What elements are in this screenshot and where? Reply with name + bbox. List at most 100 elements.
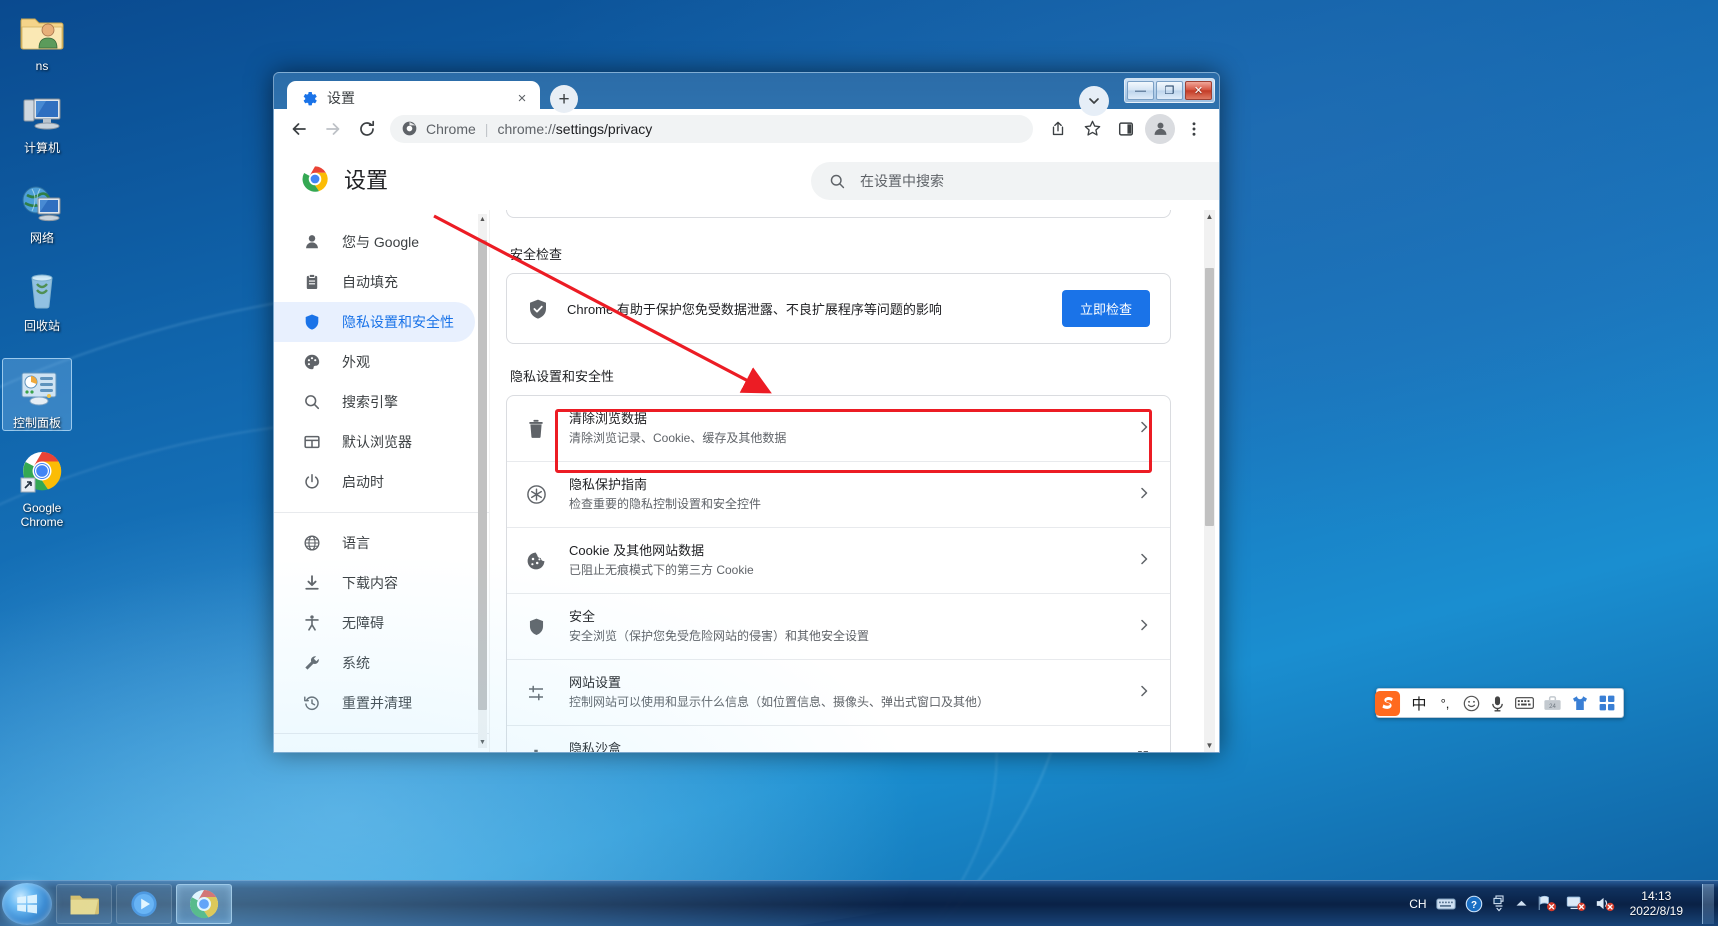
download-icon xyxy=(302,573,322,593)
show-desktop-button[interactable] xyxy=(1702,883,1714,924)
accessibility-icon xyxy=(302,613,322,633)
taskbar-item-explorer[interactable] xyxy=(56,883,112,924)
chevron-right-icon[interactable] xyxy=(1136,487,1152,502)
forward-icon[interactable] xyxy=(318,114,348,144)
content-scrollbar[interactable]: ▲ ▼ xyxy=(1204,210,1215,752)
wrench-icon xyxy=(302,653,322,673)
list-item-text: 网站设置 控制网站可以使用和显示什么信息（如位置信息、摄像头、弹出式窗口及其他） xyxy=(569,674,1114,711)
sidebar-item-downloads[interactable]: 下载内容 xyxy=(274,563,475,603)
sogou-logo-icon[interactable] xyxy=(1373,689,1401,717)
chevron-right-icon[interactable] xyxy=(1136,685,1152,700)
history-restore-icon xyxy=(302,693,322,713)
sidebar-item-system[interactable]: 系统 xyxy=(274,643,475,683)
side-panel-icon[interactable] xyxy=(1111,114,1141,144)
sidebar-scrollbar[interactable]: ▲ ▼ xyxy=(478,214,487,748)
action-center-icon[interactable] xyxy=(1566,895,1586,912)
sidebar-item-label: 下载内容 xyxy=(342,575,398,591)
privacy-heading: 隐私设置和安全性 xyxy=(510,369,615,384)
desktop-icon-recycle-bin[interactable]: 回收站 xyxy=(6,266,78,333)
new-tab-button[interactable]: + xyxy=(550,85,578,113)
chevron-right-icon[interactable] xyxy=(1136,421,1152,436)
list-item-title: Cookie 及其他网站数据 xyxy=(569,543,705,558)
three-dot-menu-icon[interactable] xyxy=(1179,114,1209,144)
desktop-icon-ns[interactable]: ns xyxy=(6,6,78,73)
skin-icon[interactable] xyxy=(1571,695,1589,711)
taskbar-item-chrome[interactable] xyxy=(176,883,232,924)
apps-grid-icon[interactable] xyxy=(1598,695,1616,711)
sogou-ime-bar[interactable]: 中 °, 24 xyxy=(1373,688,1624,718)
desktop-icon-network[interactable]: 网络 xyxy=(6,178,78,245)
star-icon[interactable] xyxy=(1077,114,1107,144)
show-hidden-icon[interactable] xyxy=(1515,899,1528,908)
start-orb-icon[interactable] xyxy=(2,882,52,925)
scrollbar-thumb[interactable] xyxy=(478,240,487,710)
run-safety-check-button[interactable]: 立即检查 xyxy=(1061,290,1150,327)
close-icon[interactable]: × xyxy=(512,88,532,108)
minimize-button[interactable]: — xyxy=(1127,81,1154,100)
reload-icon[interactable] xyxy=(352,114,382,144)
taskbar-item-media-player[interactable] xyxy=(116,883,172,924)
sidebar-item-on-startup[interactable]: 启动时 xyxy=(274,462,475,502)
sidebar-item-autofill[interactable]: 自动填充 xyxy=(274,262,475,302)
share-icon[interactable] xyxy=(1043,114,1073,144)
network-warning-icon[interactable] xyxy=(1537,895,1557,912)
sidebar-item-privacy-and-security[interactable]: 隐私设置和安全性 xyxy=(274,302,475,342)
toolbox-icon[interactable]: 24 xyxy=(1543,695,1562,712)
list-item-privacy-sandbox[interactable]: 隐私沙盒 试用版功能已开启 xyxy=(507,725,1170,752)
user-folder-icon xyxy=(6,6,78,56)
sidebar-item-you-and-google[interactable]: 您与 Google xyxy=(274,222,475,262)
chevron-down-icon[interactable] xyxy=(1079,86,1109,116)
scroll-up-arrow-icon[interactable]: ▲ xyxy=(478,214,487,225)
volume-muted-icon[interactable] xyxy=(1595,895,1615,912)
taskbar-clock[interactable]: 14:13 2022/8/19 xyxy=(1624,889,1693,919)
settings-search[interactable] xyxy=(811,162,1219,200)
sidebar-item-extensions[interactable]: 扩展程序 xyxy=(274,744,475,752)
scroll-up-arrow-icon[interactable]: ▲ xyxy=(1204,210,1215,223)
list-item-site-settings[interactable]: 网站设置 控制网站可以使用和显示什么信息（如位置信息、摄像头、弹出式窗口及其他） xyxy=(507,659,1170,725)
desktop-icon-control-panel[interactable]: 控制面板 xyxy=(2,358,72,431)
list-item-security[interactable]: 安全 安全浏览（保护您免受危险网站的侵害）和其他安全设置 xyxy=(507,593,1170,659)
desktop-icon-computer[interactable]: 计算机 xyxy=(6,88,78,155)
trash-icon xyxy=(525,418,547,440)
search-icon xyxy=(829,173,846,190)
external-link-icon[interactable] xyxy=(1136,749,1152,752)
address-bar[interactable]: Chrome | chrome://settings/privacy xyxy=(390,114,1033,143)
expand-tray-icon[interactable] xyxy=(1492,894,1506,913)
sidebar-item-default-browser[interactable]: 默认浏览器 xyxy=(274,422,475,462)
emoji-icon[interactable] xyxy=(1462,695,1480,712)
privacy-list-card: 清除浏览数据 清除浏览记录、Cookie、缓存及其他数据 隐私保护指南 检查重要… xyxy=(506,395,1171,752)
taskbar: CH ? 14:13 2022/8/19 xyxy=(0,880,1718,926)
cookie-icon xyxy=(525,550,547,572)
soft-keyboard-icon[interactable] xyxy=(1514,696,1534,710)
chinese-mode-icon[interactable]: 中 xyxy=(1410,693,1428,714)
list-item-clear-browsing-data[interactable]: 清除浏览数据 清除浏览记录、Cookie、缓存及其他数据 xyxy=(507,396,1170,461)
language-indicator[interactable]: CH xyxy=(1409,897,1426,911)
browser-tab-settings[interactable]: 设置 × xyxy=(287,81,540,115)
maximize-button[interactable]: ❐ xyxy=(1156,81,1183,100)
search-input[interactable] xyxy=(860,173,1219,189)
sidebar-item-reset-and-cleanup[interactable]: 重置并清理 xyxy=(274,683,475,723)
sidebar-item-search-engine[interactable]: 搜索引擎 xyxy=(274,382,475,422)
keyboard-icon[interactable] xyxy=(1435,897,1456,911)
chevron-right-icon[interactable] xyxy=(1136,619,1152,634)
list-item-cookies-and-site-data[interactable]: Cookie 及其他网站数据 已阻止无痕模式下的第三方 Cookie xyxy=(507,527,1170,593)
safety-check-row: Chrome 有助于保护您免受数据泄露、不良扩展程序等问题的影响 立即检查 xyxy=(507,274,1170,343)
scroll-down-arrow-icon[interactable]: ▼ xyxy=(1204,739,1215,752)
close-window-button[interactable]: ✕ xyxy=(1185,81,1212,100)
sidebar-item-accessibility[interactable]: 无障碍 xyxy=(274,603,475,643)
microphone-icon[interactable] xyxy=(1489,695,1505,712)
punctuation-icon[interactable]: °, xyxy=(1437,696,1453,711)
back-icon[interactable] xyxy=(284,114,314,144)
scroll-down-arrow-icon[interactable]: ▼ xyxy=(478,737,487,748)
scrollbar-thumb[interactable] xyxy=(1205,268,1214,526)
sidebar-item-appearance[interactable]: 外观 xyxy=(274,342,475,382)
desktop-icon-google-chrome[interactable]: Google Chrome xyxy=(6,448,78,529)
sidebar-item-languages[interactable]: 语言 xyxy=(274,523,475,563)
system-tray: CH ? 14:13 2022/8/19 xyxy=(1409,881,1718,926)
chevron-right-icon[interactable] xyxy=(1136,553,1152,568)
profile-avatar-icon[interactable] xyxy=(1145,113,1175,144)
help-icon[interactable]: ? xyxy=(1465,895,1483,913)
globe-icon xyxy=(302,533,322,553)
sidebar-group-3: 扩展程序 关于 Chrome xyxy=(274,733,489,752)
list-item-privacy-guide[interactable]: 隐私保护指南 检查重要的隐私控制设置和安全控件 xyxy=(507,461,1170,527)
